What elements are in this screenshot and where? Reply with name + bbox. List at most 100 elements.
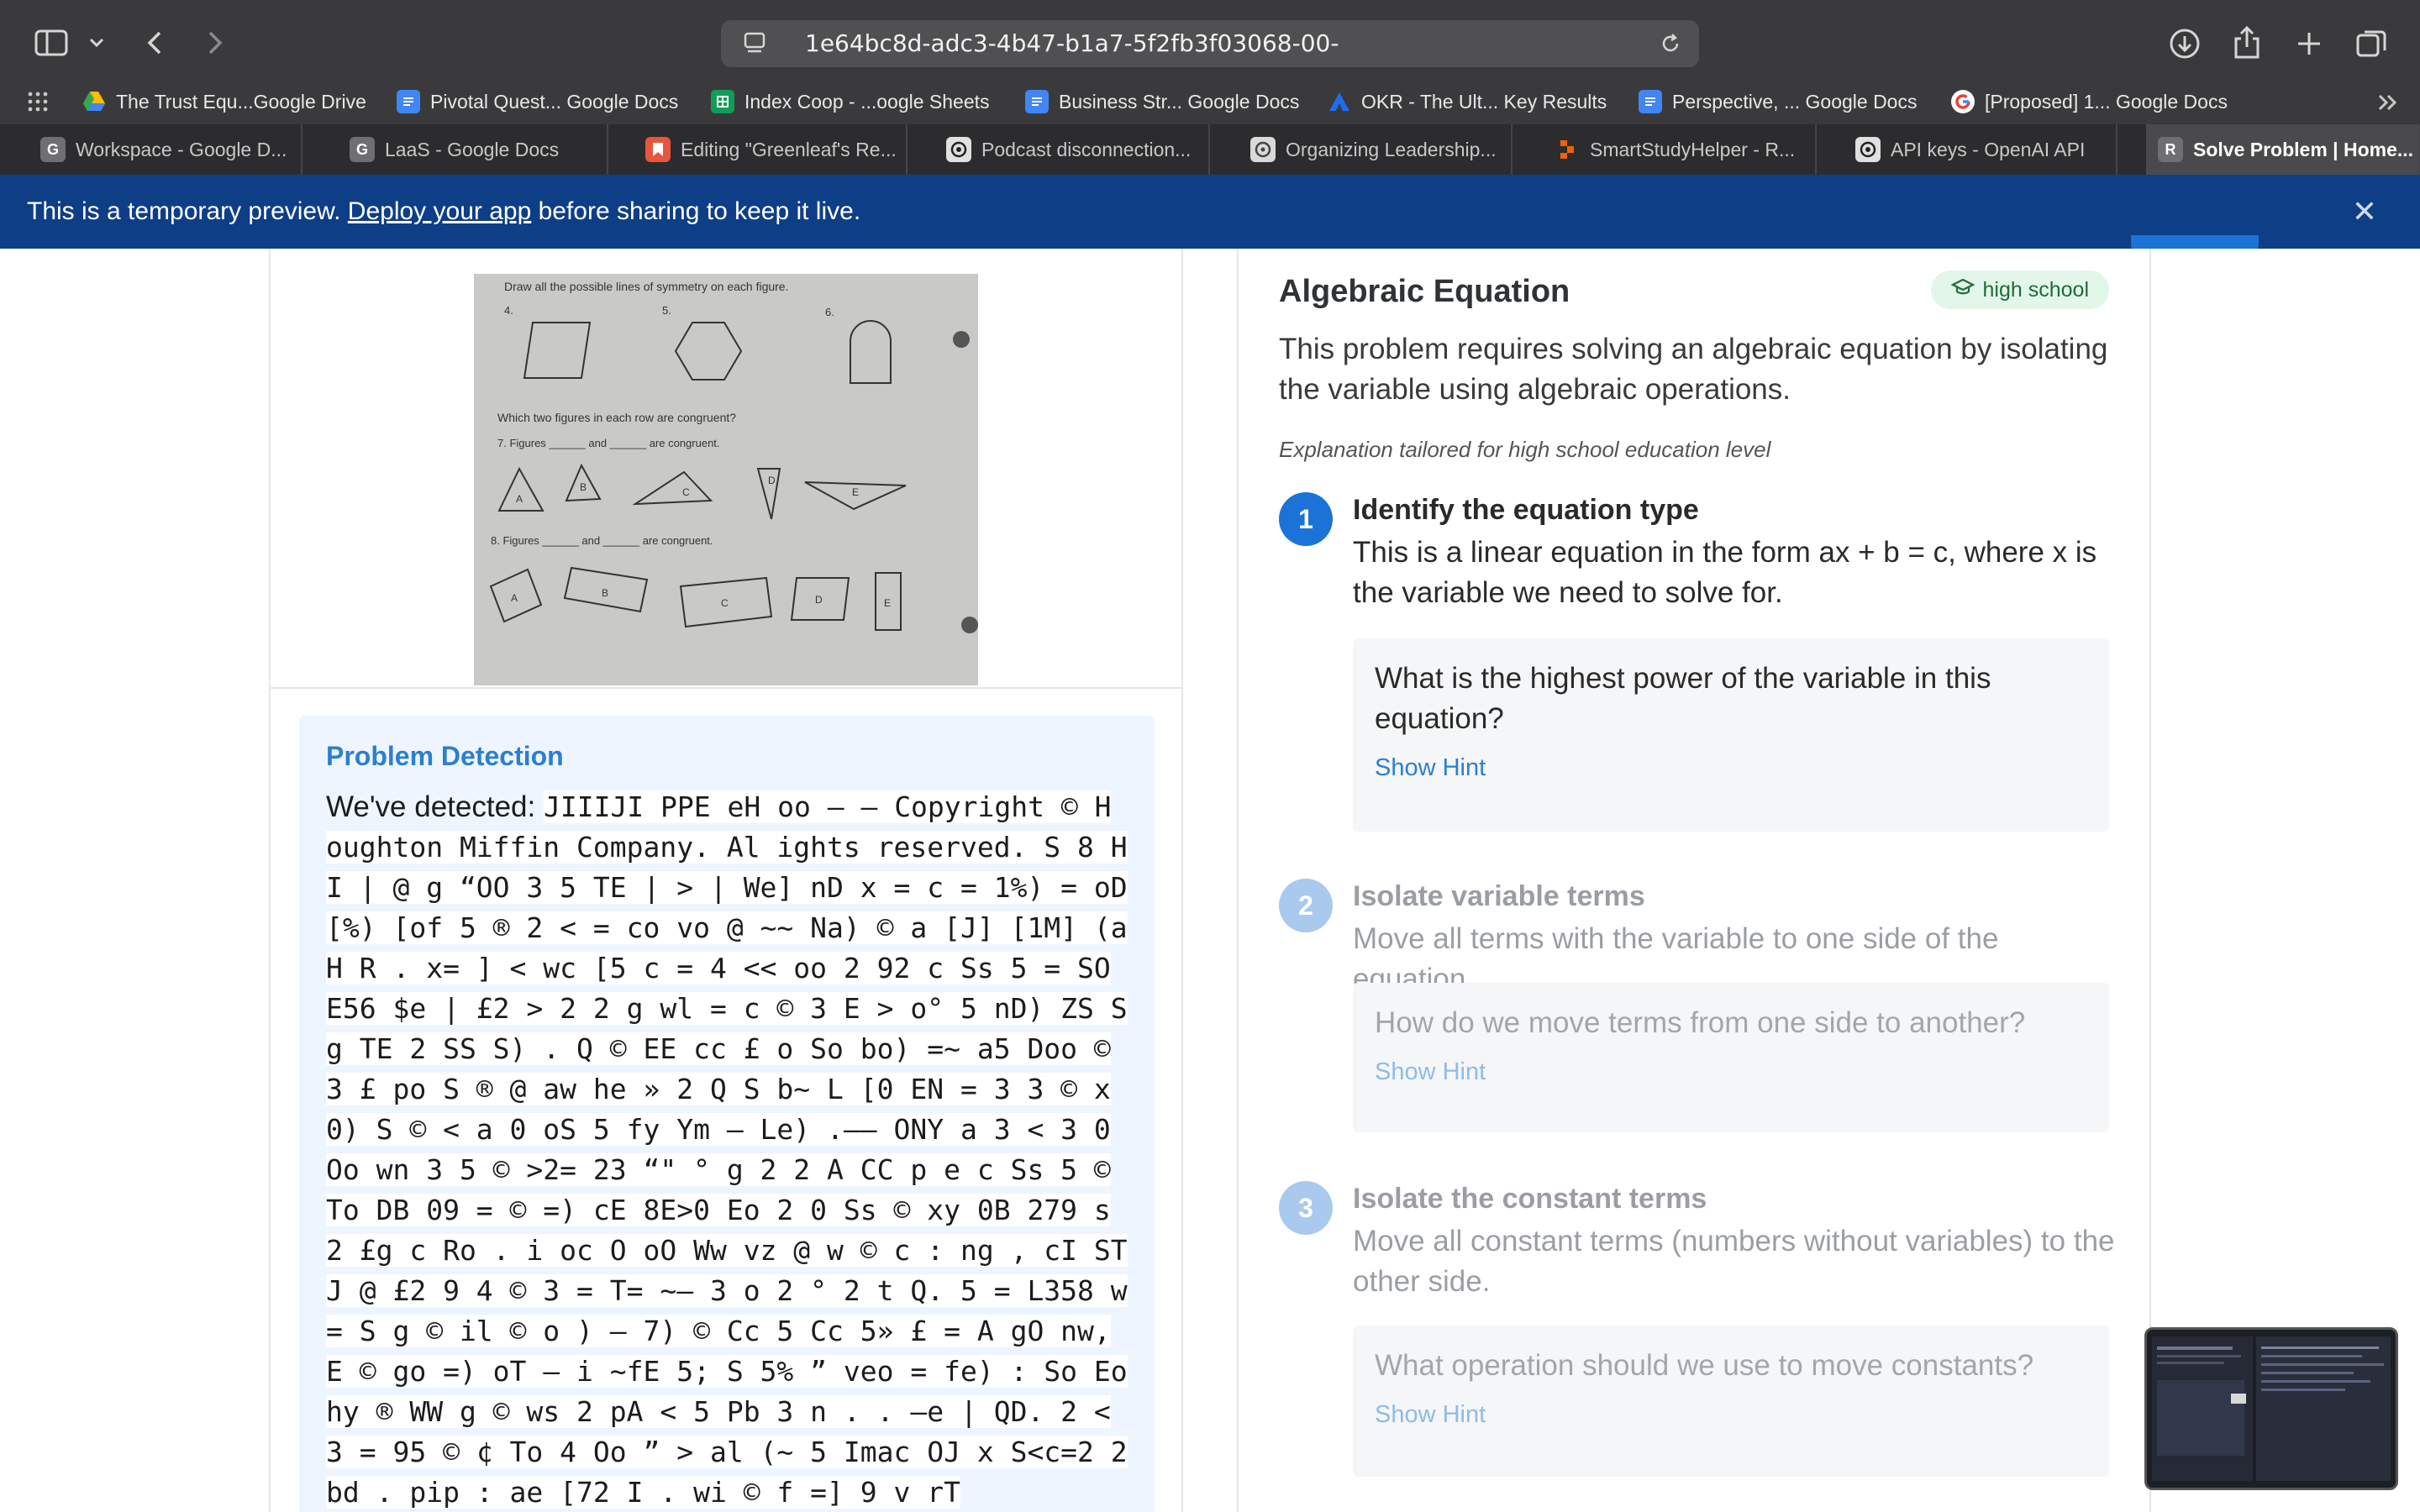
tab-bar: G Workspace - Google D... G LaaS - Googl… [0,124,2420,175]
apps-grid-icon[interactable] [27,91,49,113]
step-title: Identify the equation type [1353,494,1699,526]
share-icon[interactable] [2228,22,2265,64]
svg-text:D: D [815,594,823,606]
tab-podcast[interactable]: Podcast disconnection... [934,124,1210,175]
problem-detection-panel: Problem Detection We've detected: JIIIJI… [299,716,1155,1512]
tab-organizing[interactable]: Organizing Leadership... [1239,124,1512,175]
step-title: Isolate variable terms [1353,880,1645,912]
worksheet-question: Which two figures in each row are congru… [497,411,736,424]
worksheet-q7: 7. Figures ______ and ______ are congrue… [497,437,720,449]
deploy-app-link[interactable]: Deploy your app [348,197,531,225]
bookmark-item[interactable]: The Trust Equ...Google Drive [82,79,366,124]
ocr-text: JIIIJI PPE eH oo — — Copyright © Houghto… [326,790,1128,1509]
problem-detection-title: Problem Detection [326,741,564,771]
bookmark-item[interactable]: Index Coop - ...oogle Sheets [711,79,990,124]
google-docs-icon [397,90,420,113]
google-docs-icon [1639,90,1662,113]
worksheet-q8: 8. Figures ______ and ______ are congrue… [491,534,713,547]
bookmarks-bar: The Trust Equ...Google Drive Pivotal Que… [0,79,2420,124]
uploaded-worksheet-image: Draw all the possible lines of symmetry … [474,274,978,685]
tab-laas[interactable]: G LaaS - Google Docs [338,124,608,175]
address-bar[interactable]: 1e64bc8d-adc3-4b47-b1a7-5f2fb3f03068-00-… [721,20,1699,104]
tab-workspace[interactable]: G Workspace - Google D... [29,124,302,175]
level-note: Explanation tailored for high school edu… [1279,437,1771,462]
downloads-icon[interactable] [2166,25,2203,62]
svg-text:C: C [682,486,690,498]
step-text: Move all constant terms (numbers without… [1353,1225,2115,1298]
guiding-question-box: How do we move terms from one side to an… [1353,983,2109,1132]
replit-icon [1555,137,1580,162]
svg-text:A: A [511,592,518,604]
guiding-question-box: What is the highest power of the variabl… [1353,638,2109,832]
banner-message: This is a temporary preview. Deploy your… [27,197,861,225]
problem-description: This problem requires solving an algebra… [1279,333,2108,406]
svg-text:A: A [516,493,523,505]
tab-overview-icon[interactable] [2351,24,2391,64]
tab-editing-greenleaf[interactable]: Editing "Greenleaf's Re... [634,124,908,175]
google-docs-tab-icon: G [350,137,375,162]
site-settings-icon[interactable] [743,32,768,55]
svg-text:B: B [580,481,587,493]
google-drive-icon [82,90,106,113]
problem-type-title: Algebraic Equation [1279,274,1570,309]
google-docs-icon [1025,90,1049,113]
openai-icon [1855,137,1881,162]
bookmark-item[interactable]: Business Str... Google Docs [1025,79,1299,124]
show-hint-button[interactable]: Show Hint [1375,1401,2087,1429]
sidebar-toggle-icon[interactable] [30,24,72,62]
guiding-question: What operation should we use to move con… [1375,1349,2034,1382]
step-number: 2 [1279,879,1333,932]
bookmark-item[interactable]: Pivotal Quest... Google Docs [397,79,678,124]
guiding-question: What is the highest power of the variabl… [1375,662,1991,735]
preview-banner: This is a temporary preview. Deploy your… [0,175,2420,249]
close-icon[interactable]: ✕ [2346,193,2383,230]
reload-icon[interactable] [1659,32,1682,55]
new-tab-icon[interactable] [2291,25,2328,62]
svg-text:C: C [721,597,729,609]
education-level-badge: high school [1930,270,2109,309]
tab-smartstudyhelper[interactable]: SmartStudyHelper - R... [1543,124,1817,175]
svg-text:B: B [602,587,608,599]
step-number: 1 [1279,492,1333,546]
svg-text:E: E [852,486,859,498]
svg-text:E: E [884,597,891,609]
chevron-down-icon[interactable] [84,30,109,55]
worksheet-drawing: Draw all the possible lines of symmetry … [474,274,978,685]
step-text: This is a linear equation in the form ax… [1353,536,2097,609]
google-sheets-icon [711,90,734,113]
divider [271,687,1183,689]
worksheet-num-5: 5. [662,304,671,317]
openai-icon [946,137,971,162]
bookmark-item[interactable]: Perspective, ... Google Docs [1639,79,1917,124]
screenshot-thumbnail[interactable] [2144,1327,2398,1490]
bookmark-item[interactable]: [Proposed] 1... Google Docs [1951,79,2228,124]
step-number: 3 [1279,1181,1333,1235]
svg-text:D: D [768,475,776,486]
screen: 1e64bc8d-adc3-4b47-b1a7-5f2fb3f03068-00-… [0,0,2420,1512]
worksheet-num-6: 6. [825,306,834,318]
back-icon[interactable] [138,24,171,62]
worksheet-instruction: Draw all the possible lines of symmetry … [504,280,788,293]
bookmark-flag-icon [645,137,671,162]
graduation-cap-icon [1950,278,1975,302]
worksheet-num-4: 4. [504,304,513,317]
show-hint-button[interactable]: Show Hint [1375,754,2087,782]
detected-text: We've detected: JIIIJI PPE eH oo — — Cop… [326,787,1128,1512]
step-title: Isolate the constant terms [1353,1183,1707,1215]
google-docs-tab-icon: G [40,137,66,162]
url-text[interactable]: 1e64bc8d-adc3-4b47-b1a7-5f2fb3f03068-00-… [805,20,1699,104]
more-bookmarks-icon[interactable] [2375,89,2402,116]
replit-tab-icon: R [2158,137,2183,162]
problem-card: Draw all the possible lines of symmetry … [269,249,1183,1512]
tab-api-keys[interactable]: API keys - OpenAI API [1844,124,2118,175]
show-hint-button[interactable]: Show Hint [1375,1058,2087,1086]
tab-solve-problem[interactable]: R Solve Problem | Home... [2146,124,2420,175]
detected-lead: We've detected: [326,790,544,823]
bookmark-item[interactable]: OKR - The Ult... Key Results [1328,79,1607,124]
guiding-question: How do we move terms from one side to an… [1375,1006,2026,1039]
okr-icon [1328,90,1351,113]
main-content: Draw all the possible lines of symmetry … [0,249,2420,1512]
forward-icon[interactable] [198,24,232,62]
solution-card: Algebraic Equation high school This prob… [1237,249,2151,1512]
browser-toolbar: 1e64bc8d-adc3-4b47-b1a7-5f2fb3f03068-00-… [0,0,2420,104]
